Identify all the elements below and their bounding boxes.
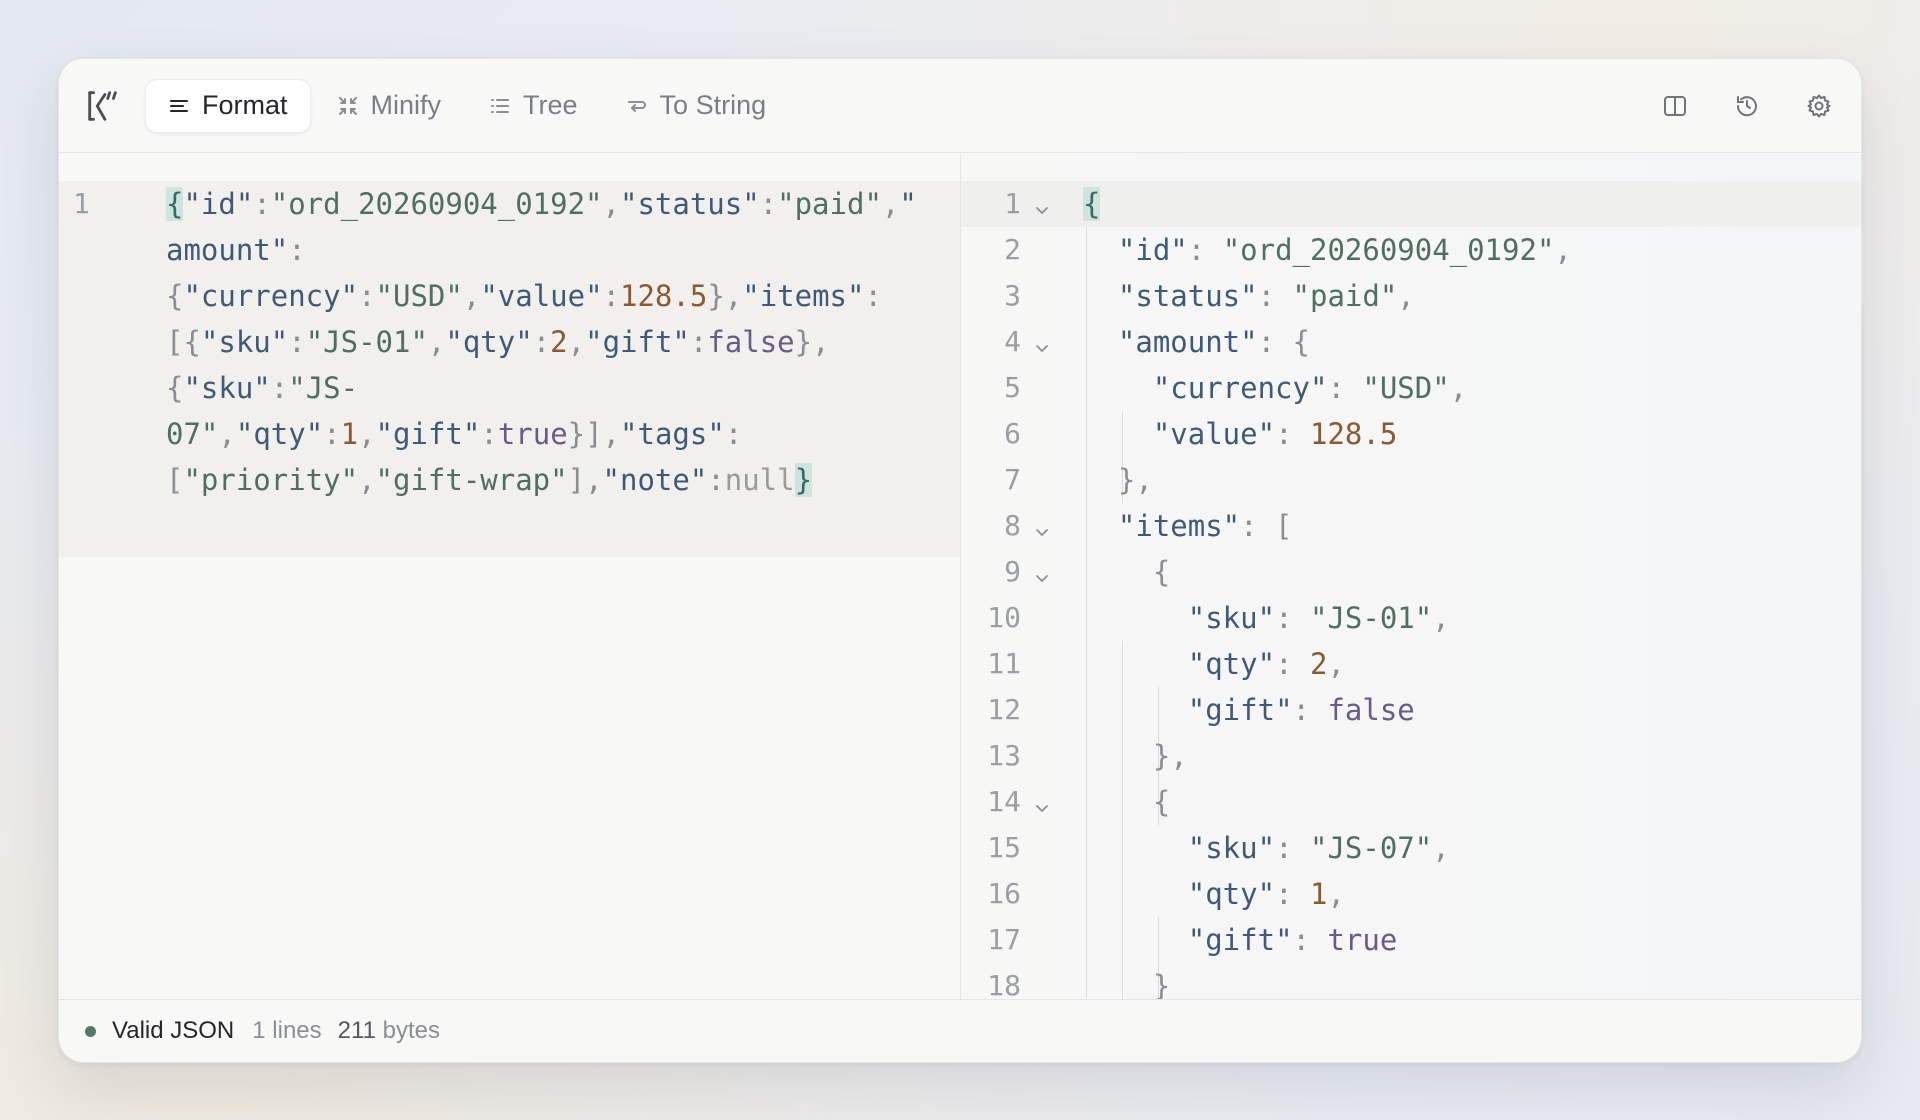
line-number: 11 (987, 647, 1021, 680)
line-number: 2 (1004, 233, 1021, 266)
input-editor[interactable]: 1 {"id":"ord_20260904_0192","status":"pa… (59, 154, 961, 1000)
output-line: { (1152, 785, 1171, 819)
output-line: { (1083, 187, 1101, 221)
line-number: 17 (987, 923, 1021, 956)
to-string-button[interactable]: To String (604, 79, 789, 133)
input-line: {"currency":"USD","value":128.5},"items"… (166, 279, 882, 313)
output-line: "qty": 1, (1187, 877, 1345, 911)
line-number: 18 (987, 969, 1021, 1000)
history-button[interactable] (1725, 84, 1769, 128)
input-line: [{"sku":"JS-01","qty":2,"gift":false}, (166, 325, 830, 359)
output-line: "value": 128.5 (1152, 417, 1398, 451)
output-code: { "id": "ord_20260904_0192", "status": "… (1083, 181, 1572, 1000)
line-number: 16 (987, 877, 1021, 910)
input-code[interactable]: {"id":"ord_20260904_0192","status":"paid… (166, 181, 946, 503)
gear-icon (1807, 94, 1831, 117)
line-number: 6 (1004, 417, 1021, 450)
history-icon (1736, 95, 1757, 116)
output-line: "qty": 2, (1187, 647, 1345, 681)
output-line: }, (1117, 463, 1153, 497)
input-line: 07","qty":1,"gift":true}],"tags": (166, 417, 743, 451)
app-logo-icon (83, 86, 123, 126)
line-count: 1 lines (252, 1017, 322, 1044)
status-bar: Valid JSON 1 lines 211 bytes (59, 999, 1861, 1062)
list-tree-icon (491, 98, 510, 113)
line-number: 1 (1004, 187, 1021, 220)
output-line: "status": "paid", (1117, 279, 1415, 313)
output-line: "currency": "USD", (1152, 371, 1468, 405)
output-line: } (1152, 969, 1171, 1000)
input-line: {"sku":"JS- (166, 371, 359, 405)
align-lines-icon (170, 99, 188, 112)
tree-button[interactable]: Tree (467, 79, 600, 133)
line-number: 12 (987, 693, 1021, 726)
output-line: "gift": true (1187, 923, 1398, 957)
minify-button-label: Minify (370, 90, 442, 120)
fold-chevron-icon[interactable] (1027, 181, 1057, 227)
split-view-icon (1664, 95, 1686, 116)
input-line: {"id":"ord_20260904_0192","status":"paid… (166, 187, 917, 221)
input-line-numbers: 1 (73, 181, 133, 227)
tree-button-label: Tree (523, 90, 578, 120)
wrap-arrow-icon (627, 100, 646, 112)
output-line: }, (1152, 739, 1188, 773)
toolbar: Format Minify Tree To String (59, 59, 1861, 153)
settings-button[interactable] (1797, 84, 1841, 128)
to-string-button-label: To String (659, 90, 767, 120)
output-line: "items": [ (1117, 509, 1293, 543)
fold-chevron-icon[interactable] (1027, 319, 1057, 365)
fold-gutter (1027, 181, 1057, 1000)
line-number: 9 (1004, 555, 1021, 588)
fold-chevron-icon[interactable] (1027, 549, 1057, 595)
fold-chevron-icon[interactable] (1027, 779, 1057, 825)
output-line: "amount": { (1117, 325, 1310, 359)
fold-chevron-icon[interactable] (1027, 503, 1057, 549)
valid-status-dot (85, 1025, 96, 1037)
shrink-arrows-icon (338, 96, 357, 115)
output-line: "id": "ord_20260904_0192", (1117, 233, 1572, 267)
byte-count: 211 bytes (337, 1017, 440, 1044)
line-number: 3 (1004, 279, 1021, 312)
output-line: "sku": "JS-01", (1187, 601, 1450, 635)
output-line: "sku": "JS-07", (1187, 831, 1450, 865)
output-line: "gift": false (1187, 693, 1415, 727)
output-editor[interactable]: 1 2 3 4 5 6 7 8 9 10 11 12 13 14 15 16 17 18 { "id": "ord… (961, 154, 1861, 1000)
line-number: 10 (987, 601, 1021, 634)
output-line: { (1152, 555, 1171, 589)
split-view-button[interactable] (1653, 84, 1697, 128)
line-number: 15 (987, 831, 1021, 864)
line-number: 5 (1004, 371, 1021, 404)
input-line: ["priority","gift-wrap"],"note":null} (166, 463, 813, 497)
format-button[interactable]: Format (145, 78, 311, 133)
format-button-label: Format (202, 90, 288, 120)
line-number: 14 (987, 785, 1021, 818)
minify-button[interactable]: Minify (315, 79, 464, 133)
editor-panes: 1 {"id":"ord_20260904_0192","status":"pa… (59, 154, 1861, 1000)
line-number: 8 (1004, 509, 1021, 542)
line-number: 1 (73, 187, 90, 220)
line-number: 4 (1004, 325, 1021, 358)
app-window: Format Minify Tree To String 1 {"id":"or… (58, 58, 1862, 1063)
valid-status-label: Valid JSON (112, 1017, 235, 1044)
line-number: 7 (1004, 463, 1021, 496)
input-line: amount": (166, 233, 306, 267)
line-number: 13 (987, 739, 1021, 772)
output-line-numbers: 1 2 3 4 5 6 7 8 9 10 11 12 13 14 15 16 17 18 (961, 181, 1021, 1000)
